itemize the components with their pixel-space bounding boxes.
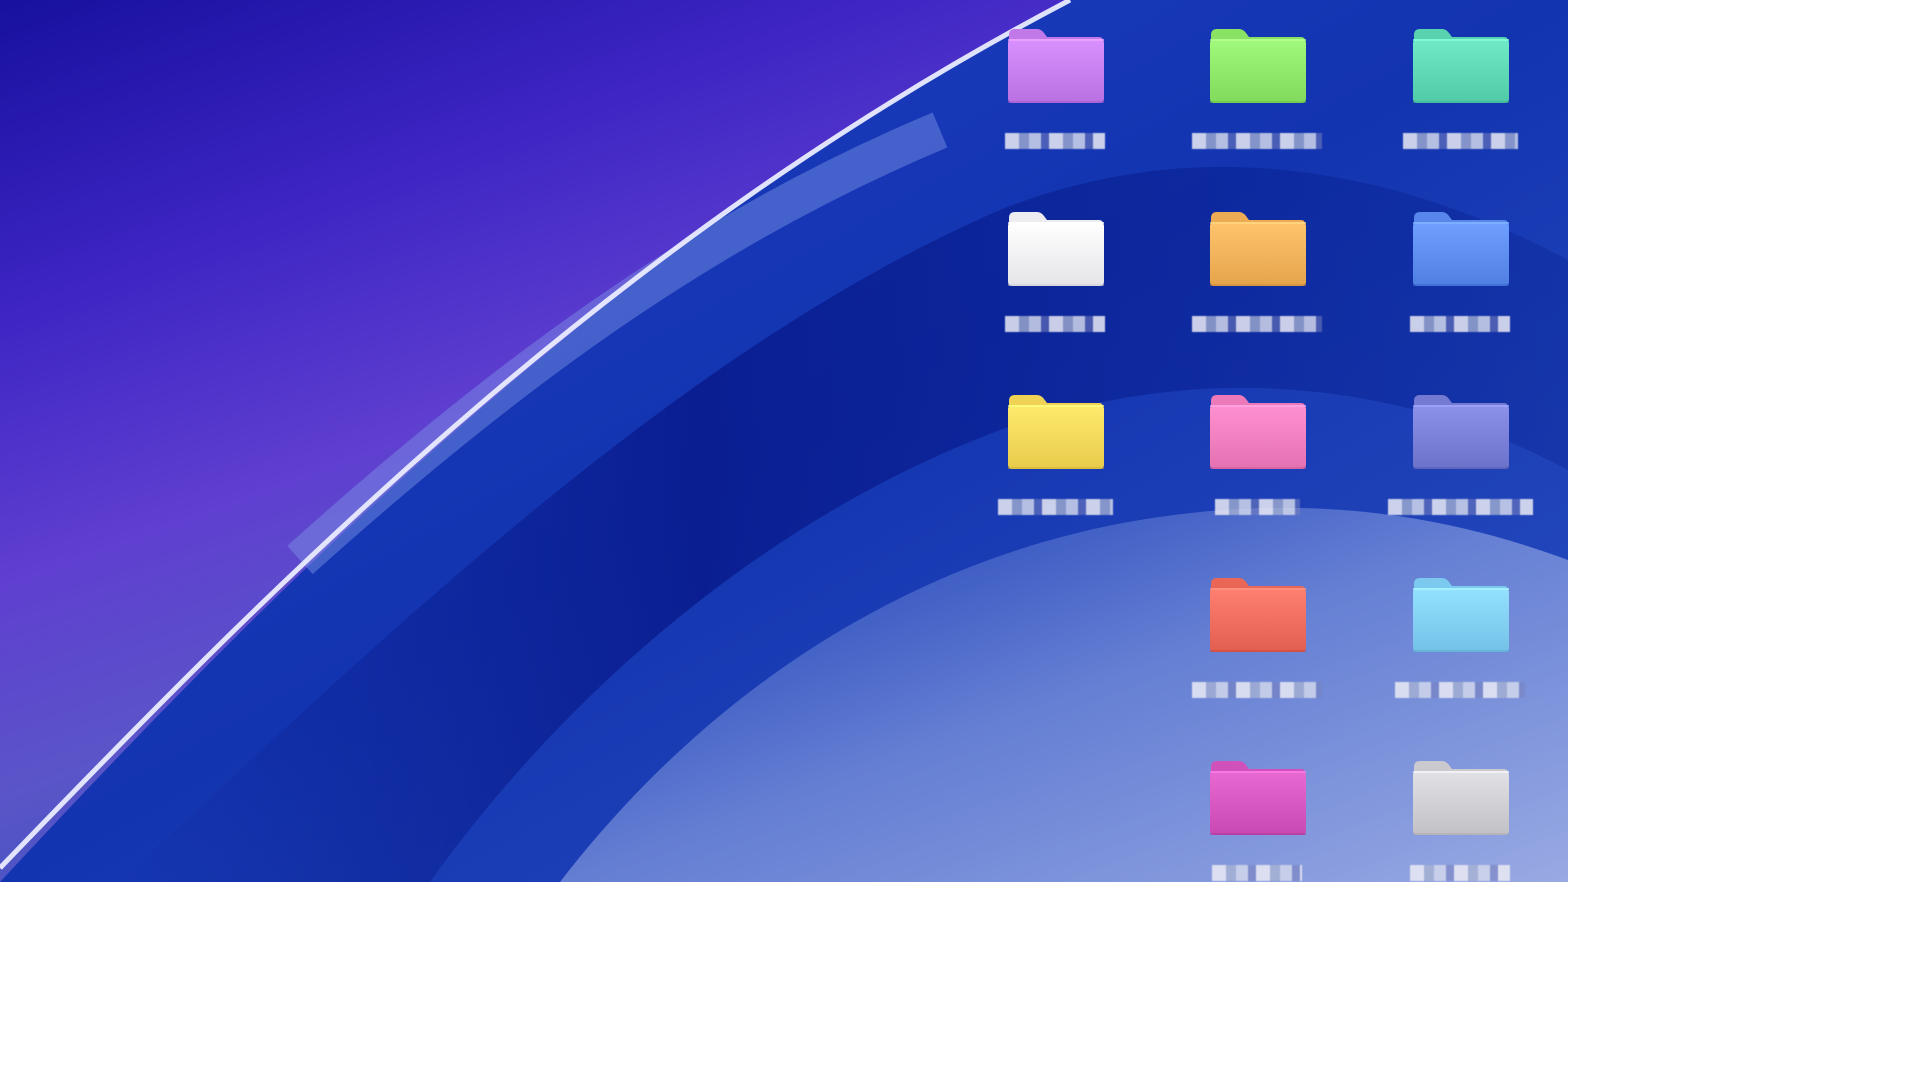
redacted-label-pixelation [1192, 133, 1322, 149]
redacted-label-pixelation [998, 499, 1113, 515]
desktop-folder[interactable] [1182, 27, 1332, 197]
desktop-folder[interactable] [1182, 759, 1332, 882]
folder-icon [1413, 578, 1509, 652]
desktop-folder[interactable] [1385, 27, 1535, 197]
redacted-label-pixelation [1410, 316, 1510, 332]
desktop-folder[interactable] [1385, 576, 1535, 746]
redacted-label-pixelation [1192, 682, 1322, 698]
redacted-label-pixelation [1005, 133, 1105, 149]
desktop-folder[interactable] [980, 27, 1130, 197]
folder-icon [1413, 29, 1509, 103]
desktop-folder[interactable] [1182, 210, 1332, 380]
desktop-folder[interactable] [980, 210, 1130, 380]
desktop-folder[interactable] [980, 393, 1130, 563]
folder-icon [1210, 395, 1306, 469]
folder-icon [1008, 29, 1104, 103]
desktop-folder[interactable] [1385, 210, 1535, 380]
folder-icon [1413, 395, 1509, 469]
folder-icon [1210, 761, 1306, 835]
redacted-label-pixelation [1388, 499, 1533, 515]
folder-icon [1008, 212, 1104, 286]
desktop-folder[interactable] [1182, 576, 1332, 746]
desktop[interactable] [0, 0, 1568, 882]
redacted-label-pixelation [1212, 865, 1302, 881]
folder-icon [1210, 29, 1306, 103]
folder-icon [1210, 212, 1306, 286]
folder-icon [1413, 761, 1509, 835]
folder-icon [1413, 212, 1509, 286]
redacted-label-pixelation [1192, 316, 1322, 332]
redacted-label-pixelation [1215, 499, 1300, 515]
desktop-folder[interactable] [1385, 759, 1535, 882]
redacted-label-pixelation [1005, 316, 1105, 332]
wallpaper [0, 0, 1568, 882]
redacted-label-pixelation [1410, 865, 1510, 881]
redacted-label-pixelation [1395, 682, 1525, 698]
desktop-folder[interactable] [1182, 393, 1332, 563]
folder-icon [1008, 395, 1104, 469]
desktop-folder[interactable] [1385, 393, 1535, 563]
folder-icon [1210, 578, 1306, 652]
redacted-label-pixelation [1403, 133, 1518, 149]
